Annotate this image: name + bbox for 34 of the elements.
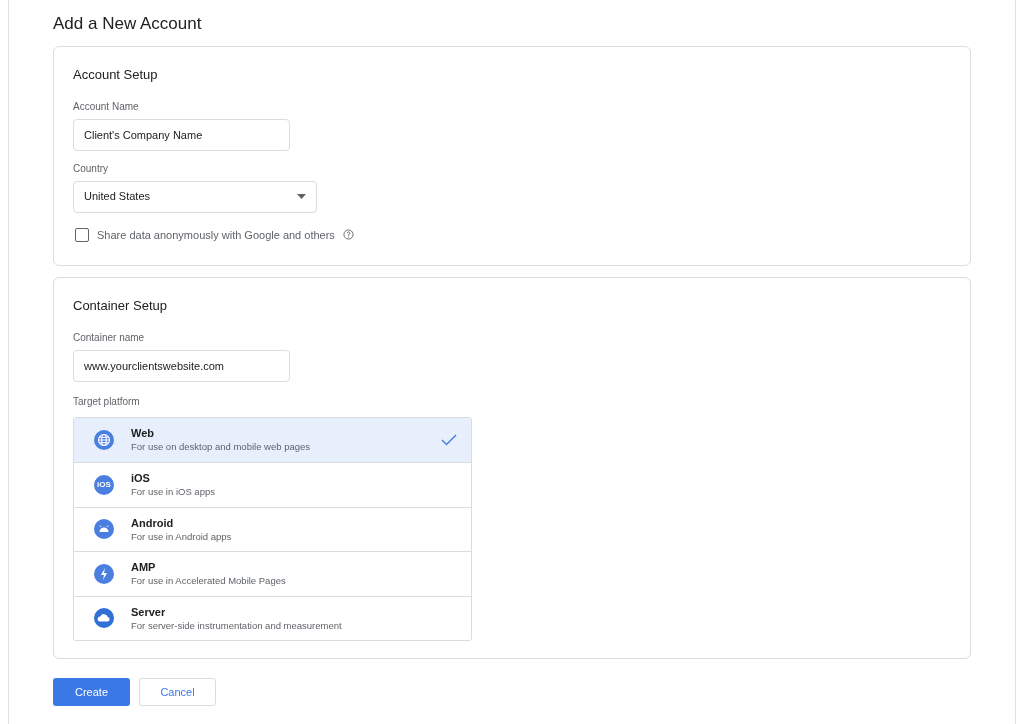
container-name-field[interactable]: www.yourclientswebsite.com xyxy=(73,349,290,382)
android-icon xyxy=(94,519,114,540)
platform-description: For use in Android apps xyxy=(131,529,233,543)
platform-description: For use in iOS apps xyxy=(131,485,216,499)
section-heading: Account Setup xyxy=(73,66,159,84)
field-label: Container name xyxy=(73,330,146,345)
section-heading: Container Setup xyxy=(73,297,168,315)
page-title: Add a New Account xyxy=(53,13,203,35)
field-label: Target platform xyxy=(73,394,141,409)
platform-option[interactable]: Server For server-side instrumentation and measurement xyxy=(74,595,471,640)
globe-icon xyxy=(94,429,114,450)
platform-description: For server-side instrumentation and measurement xyxy=(131,618,343,632)
platform-name: Android xyxy=(131,515,175,530)
platform-name: AMP xyxy=(131,560,157,575)
platform-name: Web xyxy=(131,426,156,441)
checkbox[interactable] xyxy=(75,227,89,242)
help-icon[interactable] xyxy=(342,229,354,241)
lightning-icon xyxy=(94,563,114,584)
ios-icon: iOS xyxy=(94,474,114,495)
create-button[interactable]: Create xyxy=(53,678,130,706)
field-label: Country xyxy=(73,161,109,176)
platform-name: Server xyxy=(131,604,167,619)
field-label: Account Name xyxy=(73,99,140,114)
checkmark-icon xyxy=(441,433,457,446)
account-name-field[interactable]: Client's Company Name xyxy=(73,118,290,151)
platform-option[interactable]: Web For use on desktop and mobile web pages xyxy=(74,417,471,462)
platform-description: For use on desktop and mobile web pages xyxy=(131,440,312,454)
cancel-button[interactable]: Cancel xyxy=(139,678,216,706)
caret-icon xyxy=(297,194,306,199)
country-dropdown[interactable]: United States xyxy=(73,180,317,213)
checkbox-label: Share data anonymously with Google and others xyxy=(97,227,335,243)
cloud-icon xyxy=(94,608,114,629)
platform-name: iOS xyxy=(131,471,151,486)
platform-description: For use in Accelerated Mobile Pages xyxy=(131,574,287,588)
